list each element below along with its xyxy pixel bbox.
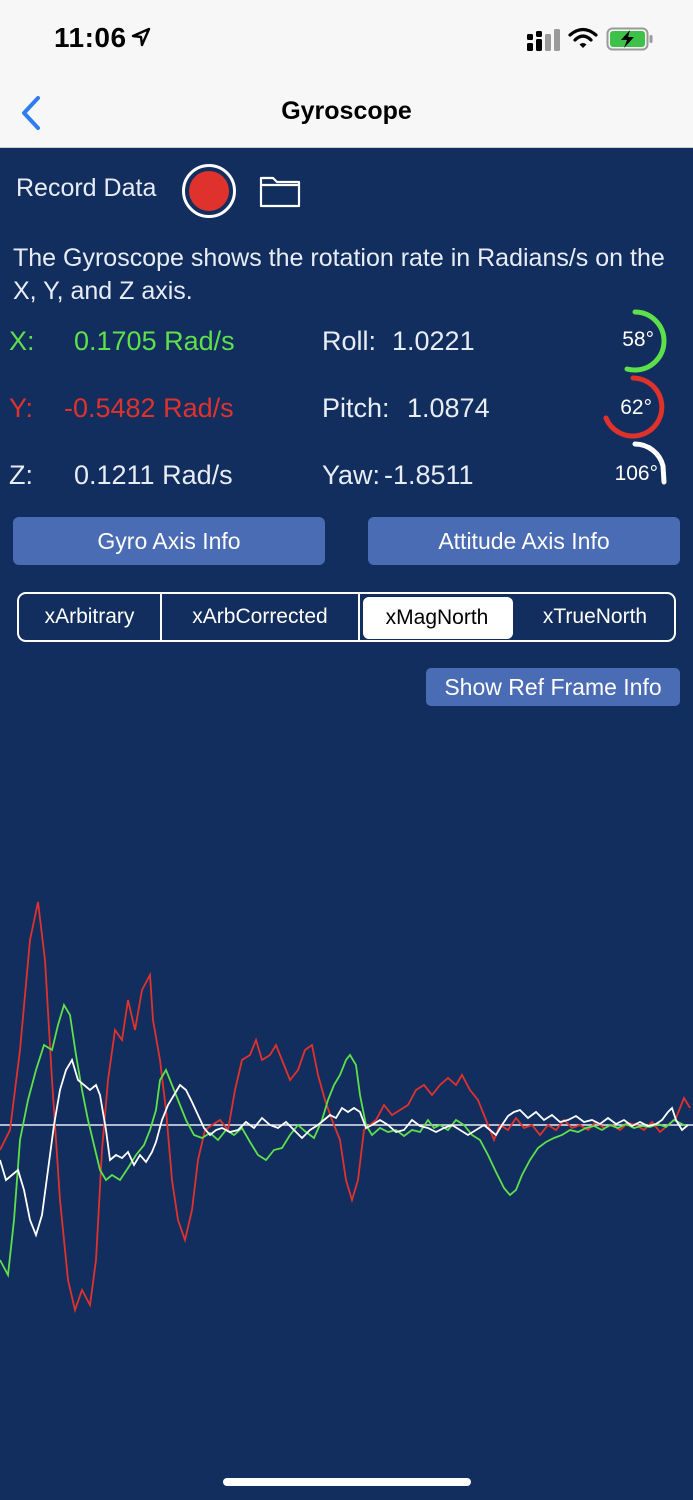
y-rate-value: -0.5482 Rad/s	[64, 393, 234, 423]
battery-charging-icon	[606, 27, 653, 51]
status-time: 11:06	[54, 22, 127, 53]
yaw-label: Yaw:	[322, 460, 381, 490]
cellular-signal-icon	[527, 29, 560, 51]
segment-xarbcorrected[interactable]: xArbCorrected	[162, 594, 360, 640]
segment-xmagnorth[interactable]: xMagNorth	[363, 597, 513, 639]
navigation-bar: Gyroscope	[0, 78, 693, 148]
roll-degrees: 58°	[622, 328, 654, 351]
gyro-axis-info-button[interactable]: Gyro Axis Info	[13, 517, 325, 565]
reference-frame-selector: xArbitrary xArbCorrected xMagNorth xTrue…	[17, 592, 676, 642]
page-title: Gyroscope	[281, 97, 412, 125]
show-ref-frame-info-button[interactable]: Show Ref Frame Info	[426, 668, 680, 706]
folder-icon[interactable]	[258, 172, 302, 210]
home-indicator[interactable]	[223, 1478, 471, 1486]
yaw-degrees: 106°	[614, 462, 658, 485]
roll-value: 1.0221	[392, 326, 475, 356]
y-series-line	[0, 901, 691, 1314]
record-dot-icon	[189, 171, 229, 211]
description-text: The Gyroscope shows the rotation rate in…	[13, 244, 665, 305]
wifi-icon	[568, 27, 598, 48]
x-axis-label: X:	[9, 326, 35, 356]
rotation-rate-graph	[0, 901, 693, 1314]
x-rate-value: 0.1705 Rad/s	[74, 326, 235, 356]
record-data-label: Record Data	[16, 174, 157, 202]
pitch-value: 1.0874	[407, 393, 490, 423]
y-axis-label: Y:	[9, 393, 34, 423]
attitude-axis-info-button[interactable]: Attitude Axis Info	[368, 517, 680, 565]
status-bar: 11:06	[0, 0, 693, 78]
z-rate-value: 0.1211 Rad/s	[74, 460, 233, 490]
pitch-label: Pitch:	[322, 393, 390, 423]
record-button[interactable]	[182, 164, 236, 218]
segment-xtruenorth[interactable]: xTrueNorth	[516, 594, 674, 640]
pitch-degrees: 62°	[620, 396, 652, 419]
roll-label: Roll:	[322, 326, 377, 356]
location-arrow-icon	[131, 27, 151, 47]
yaw-value: -1.8511	[384, 460, 474, 490]
z-axis-label: Z:	[9, 460, 33, 490]
z-series-line	[0, 1057, 689, 1238]
segment-xarbitrary[interactable]: xArbitrary	[19, 594, 162, 640]
